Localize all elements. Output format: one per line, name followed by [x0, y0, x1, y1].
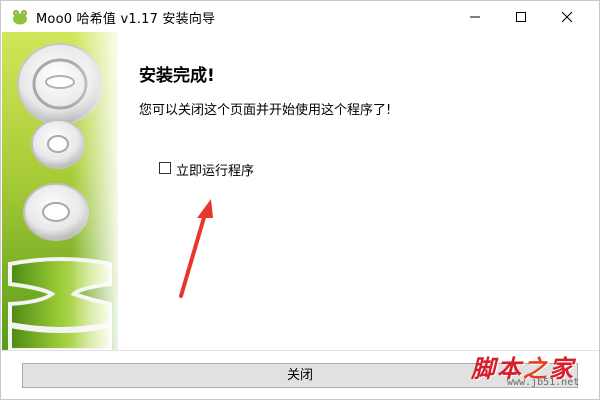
moo0-logo — [2, 32, 118, 350]
completion-heading: 安装完成! — [139, 66, 215, 86]
close-window-button[interactable] — [544, 1, 590, 32]
maximize-button[interactable] — [498, 1, 544, 32]
window-title: Moo0 哈希值 v1.17 安装向导 — [36, 12, 216, 27]
maximize-icon — [516, 12, 526, 22]
watermark-url: www.jb51.net — [507, 377, 580, 388]
installer-window: Moo0 哈希值 v1.17 安装向导 安装完成! 您可以关闭这个页面并开始使用… — [0, 0, 600, 400]
watermark-char: 脚 — [471, 354, 497, 383]
site-watermark: 脚本之家 www.jb51.net — [471, 349, 597, 399]
run-now-checkbox[interactable] — [159, 162, 171, 174]
run-now-label[interactable]: 立即运行程序 — [176, 160, 254, 179]
title-bar[interactable]: Moo0 哈希值 v1.17 安装向导 — [1, 1, 599, 32]
moo0-banner — [2, 32, 118, 350]
moo0-frog-icon — [12, 9, 28, 25]
annotation-arrow — [179, 199, 213, 298]
minimize-icon — [470, 16, 480, 18]
completion-message: 您可以关闭这个页面并开始使用这个程序了! — [139, 103, 392, 118]
minimize-button[interactable] — [452, 1, 498, 32]
close-icon — [561, 11, 573, 23]
